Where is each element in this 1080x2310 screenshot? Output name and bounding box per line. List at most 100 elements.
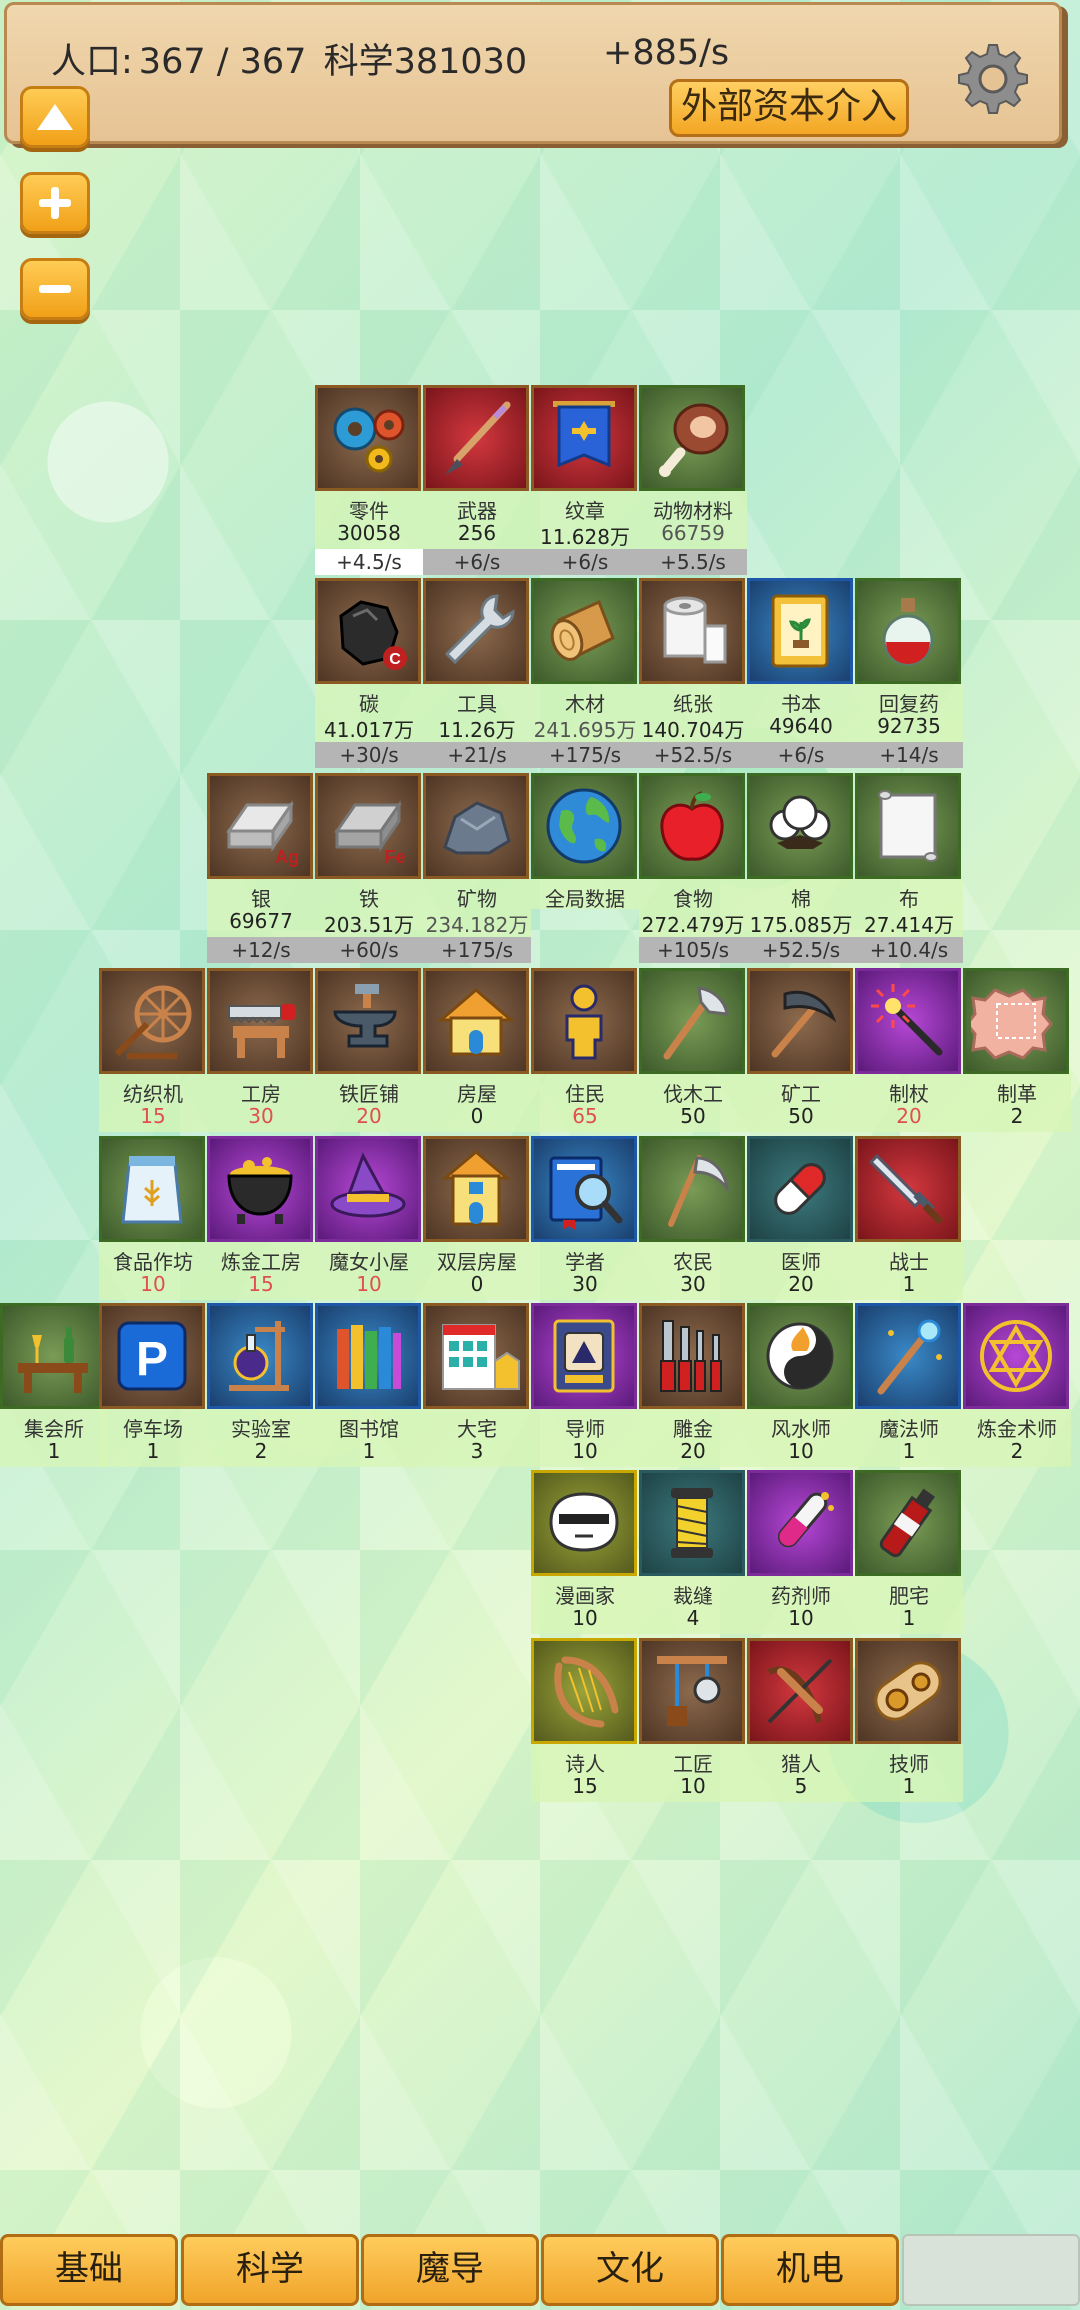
- tile-alchemy-workshop[interactable]: 炼金工房 15: [207, 1136, 315, 1300]
- tile-lumberjack[interactable]: 伐木工 50: [639, 968, 747, 1132]
- tile-cloth[interactable]: 布 27.414万 +10.4/s: [855, 773, 963, 963]
- tile-count: 1: [0, 1439, 108, 1467]
- tile-duplex[interactable]: 双层房屋 0: [423, 1136, 531, 1300]
- tile-label: 铁: [315, 879, 423, 911]
- tile-laboratory[interactable]: 实验室 2: [207, 1303, 315, 1467]
- tile-label: 魔女小屋: [315, 1242, 423, 1274]
- tile-pharmacist[interactable]: 药剂师 10: [747, 1470, 855, 1634]
- tab-culture[interactable]: 文化: [541, 2234, 719, 2306]
- science-rate: +885/s: [603, 33, 730, 73]
- tile-count: 1: [855, 1606, 963, 1634]
- tile-otaku[interactable]: 肥宅 1: [855, 1470, 963, 1634]
- sword-icon: [855, 1136, 961, 1242]
- tile-count: 30: [639, 1272, 747, 1300]
- tile-animal-material[interactable]: 动物材料 66759 +5.5/s: [639, 385, 747, 575]
- tile-label: 炼金术师: [963, 1409, 1071, 1441]
- tile-tailor[interactable]: 裁缝 4: [639, 1470, 747, 1634]
- tab-basic[interactable]: 基础: [0, 2234, 178, 2306]
- tile-global-data[interactable]: 全局数据: [531, 773, 639, 911]
- tile-scholar[interactable]: 学者 30: [531, 1136, 639, 1300]
- yin-yang-icon: [747, 1303, 853, 1409]
- tile-library[interactable]: 图书馆 1: [315, 1303, 423, 1467]
- tile-mage[interactable]: 魔法师 1: [855, 1303, 963, 1467]
- tile-food[interactable]: 食物 272.479万 +105/s: [639, 773, 747, 963]
- tile-loom[interactable]: 纺织机 15: [99, 968, 207, 1132]
- tile-resident[interactable]: 住民 65: [531, 968, 639, 1132]
- tile-house[interactable]: 房屋 0: [423, 968, 531, 1132]
- tile-miner[interactable]: 矿工 50: [747, 968, 855, 1132]
- tab-mechanical[interactable]: 机电: [721, 2234, 899, 2306]
- tile-potion[interactable]: 回复药 92735 +14/s: [855, 578, 963, 768]
- tile-rate: +52.5/s: [639, 742, 747, 768]
- tile-cotton[interactable]: 棉 175.085万 +52.5/s: [747, 773, 855, 963]
- tile-tanner[interactable]: 制革 2: [963, 968, 1071, 1132]
- tile-rate: +21/s: [423, 742, 531, 768]
- tile-count: 10: [639, 1774, 747, 1802]
- person-icon: [531, 968, 637, 1074]
- tile-weapons[interactable]: 武器 256 +6/s: [423, 385, 531, 575]
- tile-craftsman[interactable]: 工匠 10: [639, 1638, 747, 1802]
- tile-technician[interactable]: 技师 1: [855, 1638, 963, 1802]
- tile-mentor[interactable]: 导师 10: [531, 1303, 639, 1467]
- tile-iron[interactable]: Fe 铁 203.51万 +60/s: [315, 773, 423, 963]
- tile-label: 纺织机: [99, 1074, 207, 1106]
- tab-science[interactable]: 科学: [181, 2234, 359, 2306]
- tile-label: 回复药: [855, 684, 963, 716]
- zoom-in-button[interactable]: [20, 172, 90, 234]
- tile-assembly-hall[interactable]: 集会所 1: [0, 1303, 108, 1467]
- tile-engraver[interactable]: 雕金 20: [639, 1303, 747, 1467]
- settings-button[interactable]: [953, 39, 1033, 119]
- tile-tools[interactable]: 工具 11.26万 +21/s: [423, 578, 531, 768]
- tile-ore[interactable]: 矿物 234.182万 +175/s: [423, 773, 531, 963]
- tile-poet[interactable]: 诗人 15: [531, 1638, 639, 1802]
- tile-warrior[interactable]: 战士 1: [855, 1136, 963, 1300]
- tile-food-shop[interactable]: 食品作坊 10: [99, 1136, 207, 1300]
- tile-rate: +30/s: [315, 742, 423, 768]
- tile-parts[interactable]: 零件 30058 +4.5/s: [315, 385, 423, 575]
- cauldron-icon: [207, 1136, 313, 1242]
- collapse-button[interactable]: [20, 86, 90, 148]
- tile-rate: +6/s: [531, 549, 639, 575]
- svg-text:Ag: Ag: [275, 847, 299, 867]
- tile-silver[interactable]: Ag 银 69677 +12/s: [207, 773, 315, 963]
- tile-farmer[interactable]: 农民 30: [639, 1136, 747, 1300]
- science-value: 科学381030: [323, 42, 528, 82]
- tile-hunter[interactable]: 猎人 5: [747, 1638, 855, 1802]
- tile-label: 制杖: [855, 1074, 963, 1106]
- external-capital-button[interactable]: 外部资本介入: [669, 79, 909, 137]
- tile-alchemist[interactable]: 炼金术师 2: [963, 1303, 1071, 1467]
- anvil-icon: [315, 968, 421, 1074]
- tile-count: 256: [423, 521, 531, 549]
- tile-label: 木材: [531, 684, 639, 716]
- tile-witch-hut[interactable]: 魔女小屋 10: [315, 1136, 423, 1300]
- zoom-out-button[interactable]: [20, 258, 90, 320]
- tile-carbon[interactable]: C 碳 41.017万 +30/s: [315, 578, 423, 768]
- tile-staffmaker[interactable]: 制杖 20: [855, 968, 963, 1132]
- tile-smithy[interactable]: 铁匠铺 20: [315, 968, 423, 1132]
- tile-mansion[interactable]: 大宅 3: [423, 1303, 531, 1467]
- tile-doctor[interactable]: 医师 20: [747, 1136, 855, 1300]
- tile-label: 学者: [531, 1242, 639, 1274]
- tile-count: 2: [963, 1104, 1071, 1132]
- tile-label: 碳: [315, 684, 423, 716]
- tile-manga-artist[interactable]: 漫画家 10: [531, 1470, 639, 1634]
- tile-label: 矿工: [747, 1074, 855, 1106]
- tile-wood[interactable]: 木材 241.695万 +175/s: [531, 578, 639, 768]
- tile-label: 技师: [855, 1744, 963, 1776]
- tab-magic[interactable]: 魔导: [361, 2234, 539, 2306]
- tile-count: 20: [747, 1272, 855, 1300]
- gear-plate-icon: [855, 1638, 961, 1744]
- tile-parking[interactable]: P 停车场 1: [99, 1303, 207, 1467]
- tile-workshop[interactable]: 工房 30: [207, 968, 315, 1132]
- bar-table-icon: [0, 1303, 106, 1409]
- saw-icon: [207, 968, 313, 1074]
- tile-label: 住民: [531, 1074, 639, 1106]
- tile-label: 图书馆: [315, 1409, 423, 1441]
- tile-label: 伐木工: [639, 1074, 747, 1106]
- tile-label: 布: [855, 879, 963, 911]
- tile-fengshui-master[interactable]: 风水师 10: [747, 1303, 855, 1467]
- tile-paper[interactable]: 纸张 140.704万 +52.5/s: [639, 578, 747, 768]
- tile-book[interactable]: 书本 49640 +6/s: [747, 578, 855, 768]
- tile-emblem[interactable]: 纹章 11.628万 +6/s: [531, 385, 639, 575]
- tile-rate: +175/s: [423, 937, 531, 963]
